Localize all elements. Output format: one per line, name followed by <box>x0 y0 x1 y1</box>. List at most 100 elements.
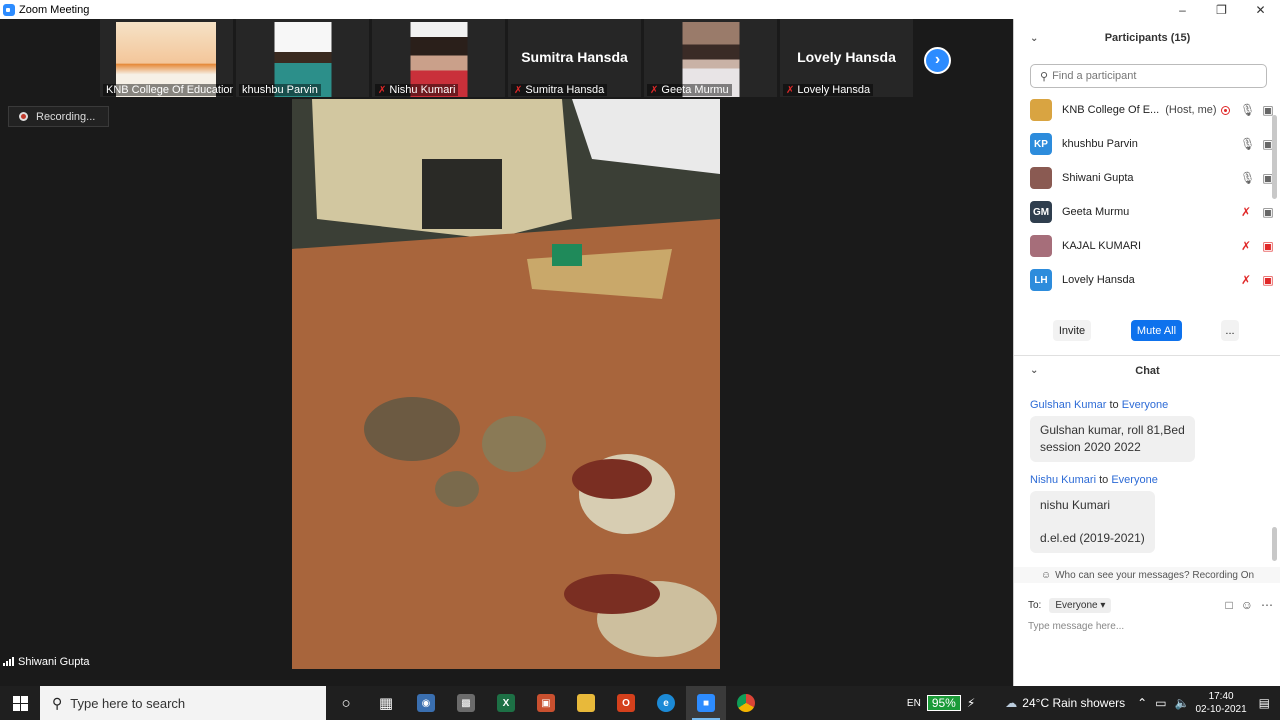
message-to-word: to <box>1109 399 1119 411</box>
video-off-icon[interactable]: ▣ <box>1262 273 1274 287</box>
network-icon[interactable]: ▭ <box>1155 696 1166 710</box>
chat-message: Gulshan Kumar to Everyone Gulshan kumar,… <box>1030 399 1195 462</box>
excel-icon[interactable]: X <box>486 686 526 720</box>
zoom-app-icon <box>3 3 15 16</box>
office-icon[interactable]: O <box>606 686 646 720</box>
clock[interactable]: 17:40 02-10-2021 <box>1196 690 1247 716</box>
zoom-taskbar-icon[interactable]: ■ <box>686 686 726 720</box>
app-glyph: ▣ <box>537 694 555 712</box>
message-bubble: Gulshan kumar, roll 81,Bed session 2020 … <box>1030 416 1195 462</box>
participants-title: Participants (15) <box>1104 32 1191 44</box>
mic-muted-icon[interactable]: ✗ <box>1240 205 1252 219</box>
remote-desktop-icon[interactable]: ◉ <box>406 686 446 720</box>
store-glyph: ▩ <box>457 694 475 712</box>
app-icon-orange[interactable]: ▣ <box>526 686 566 720</box>
panel-divider <box>1014 355 1280 356</box>
participant-row[interactable]: LH Lovely Hansda ✗ ▣ <box>1014 263 1274 297</box>
message-line: Gulshan kumar, roll 81,Bed <box>1040 423 1185 437</box>
chrome-icon[interactable] <box>726 686 766 720</box>
collapse-chevron-icon[interactable]: ⌄ <box>1030 33 1038 44</box>
recording-status-icon <box>1221 105 1230 115</box>
mute-all-button[interactable]: Mute All <box>1131 320 1182 341</box>
volume-icon[interactable]: 🔈 <box>1175 696 1190 710</box>
start-button[interactable] <box>0 686 40 720</box>
next-page-arrow-button[interactable]: › <box>924 47 951 74</box>
cortana-icon[interactable]: ○ <box>326 686 366 720</box>
recipient-value: Everyone <box>1055 599 1098 611</box>
to-label: To: <box>1028 599 1042 611</box>
weather-cloud-icon: ☁ <box>1005 696 1018 710</box>
participant-name: KNB College Of E... <box>1062 104 1160 116</box>
maximize-button[interactable]: ❐ <box>1202 0 1241 19</box>
message-sender[interactable]: Gulshan Kumar <box>1030 399 1106 411</box>
mic-icon[interactable]: 🎙 <box>1240 103 1255 117</box>
language-indicator[interactable]: EN <box>907 698 921 709</box>
zoom-glyph: ■ <box>697 694 715 712</box>
recording-indicator[interactable]: Recording... <box>8 106 109 127</box>
participant-status-icons: ✗ ▣ <box>1240 273 1274 287</box>
participant-status-icons: ✗ ▣ <box>1240 205 1274 219</box>
who-can-see-text: Who can see your messages? Recording On <box>1055 569 1255 581</box>
taskbar-search-box[interactable]: ⚲ Type here to search <box>40 686 326 720</box>
participant-row[interactable]: GM Geeta Murmu ✗ ▣ <box>1014 195 1274 229</box>
title-bar: Zoom Meeting – ❐ ✕ <box>0 0 1280 19</box>
participant-row[interactable]: Shiwani Gupta 🎙 ▣ <box>1014 161 1274 195</box>
more-icon[interactable]: ⋯ <box>1261 598 1273 612</box>
participant-row[interactable]: KP khushbu Parvin 🎙 ▣ <box>1014 127 1274 161</box>
video-thumbnail[interactable]: ✗ Geeta Murmu <box>644 19 777 97</box>
chat-scrollbar[interactable] <box>1272 527 1277 561</box>
emoji-icon[interactable]: ☺ <box>1241 598 1253 612</box>
windows-taskbar: ⚲ Type here to search ○ ▦ ◉ ▩ X ▣ O e ■ … <box>0 686 1280 720</box>
video-off-icon[interactable]: ▣ <box>1262 239 1274 253</box>
task-view-icon[interactable]: ▦ <box>366 686 406 720</box>
message-bubble: nishu Kumari d.el.ed (2019-2021) <box>1030 491 1155 553</box>
participant-name: KAJAL KUMARI <box>1062 240 1142 252</box>
thumbnail-label: KNB College Of Education <box>103 84 233 96</box>
mic-muted-icon: ✗ <box>650 84 659 96</box>
collapse-chevron-icon[interactable]: ⌄ <box>1030 365 1038 376</box>
video-thumbnail[interactable]: KNB College Of Education <box>100 19 233 97</box>
who-can-see-link[interactable]: ☺ Who can see your messages? Recording O… <box>1014 567 1280 583</box>
video-thumbnail[interactable]: khushbu Parvin <box>236 19 369 97</box>
video-thumbnail[interactable]: Lovely Hansda ✗ Lovely Hansda <box>780 19 913 97</box>
video-camera-icon[interactable]: ▣ <box>1262 205 1274 219</box>
participant-status-icons: 🎙 ▣ <box>1240 171 1274 185</box>
mic-muted-icon[interactable]: ✗ <box>1240 273 1252 287</box>
participant-list-scrollbar[interactable] <box>1272 115 1277 199</box>
message-sender-line: Nishu Kumari to Everyone <box>1030 474 1158 486</box>
edge-icon[interactable]: e <box>646 686 686 720</box>
file-explorer-icon[interactable] <box>566 686 606 720</box>
window-title: Zoom Meeting <box>19 3 90 16</box>
participant-search-input[interactable]: ⚲ Find a participant <box>1030 64 1267 88</box>
minimize-button[interactable]: – <box>1163 0 1202 19</box>
message-sender[interactable]: Nishu Kumari <box>1030 474 1096 486</box>
more-options-button[interactable]: ... <box>1221 320 1239 341</box>
participant-role: (Host, me) <box>1165 104 1217 116</box>
chat-message-input[interactable]: Type message here... <box>1028 621 1124 632</box>
mic-icon[interactable]: 🎙 <box>1240 137 1255 151</box>
participant-status-icons: 🎙 ▣ <box>1240 137 1274 151</box>
recipient-dropdown[interactable]: Everyone ▾ <box>1049 597 1112 613</box>
participant-row[interactable]: KNB College Of E... (Host, me) 🎙 ▣ <box>1014 93 1274 127</box>
notification-icon[interactable]: ▤ <box>1259 696 1270 710</box>
store-icon[interactable]: ▩ <box>446 686 486 720</box>
clock-date: 02-10-2021 <box>1195 704 1247 715</box>
mic-muted-icon: ✗ <box>514 84 523 96</box>
invite-button[interactable]: Invite <box>1053 320 1091 341</box>
video-thumbnail[interactable]: ✗ Nishu Kumari <box>372 19 505 97</box>
message-line: session 2020 2022 <box>1040 440 1141 454</box>
participants-header: ⌄ Participants (15) <box>1014 19 1280 57</box>
participant-row[interactable]: KAJAL KUMARI ✗ ▣ <box>1014 229 1274 263</box>
search-icon: ⚲ <box>1040 70 1049 83</box>
mic-muted-icon[interactable]: ✗ <box>1240 239 1252 253</box>
weather-text[interactable]: 24°C Rain showers <box>1022 696 1125 710</box>
chevron-up-icon[interactable]: ⌃ <box>1137 696 1147 710</box>
participant-name: Shiwani Gupta <box>1062 172 1134 184</box>
video-thumbnail[interactable]: Sumitra Hansda ✗ Sumitra Hansda <box>508 19 641 97</box>
mic-icon[interactable]: 🎙 <box>1240 171 1255 185</box>
battery-indicator[interactable]: 95% <box>926 695 961 711</box>
close-button[interactable]: ✕ <box>1241 0 1280 19</box>
participant-actions: Invite Mute All ... <box>1014 320 1280 342</box>
edge-glyph: e <box>657 694 675 712</box>
file-icon[interactable]: □ <box>1225 598 1232 612</box>
